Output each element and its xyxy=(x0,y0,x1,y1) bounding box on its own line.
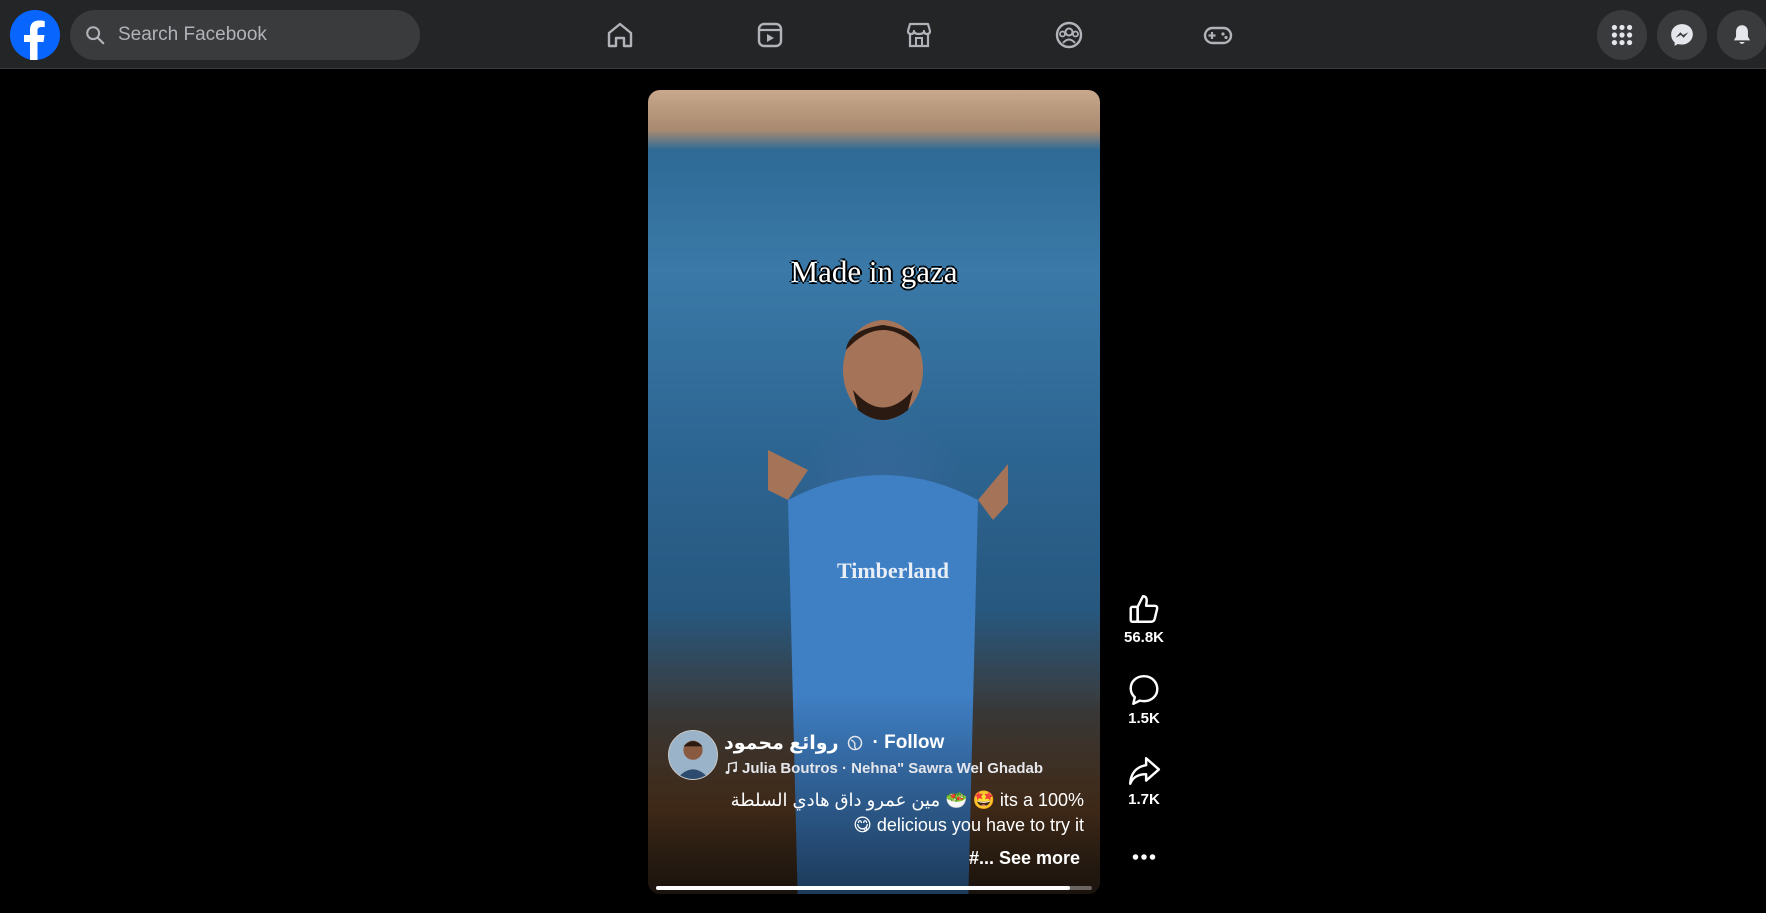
caption-line-2: 😋 delicious you have to try it xyxy=(853,815,1084,835)
nav-marketplace[interactable] xyxy=(896,12,942,58)
home-icon xyxy=(607,22,633,48)
more-dots-icon xyxy=(1132,854,1156,860)
notifications-icon xyxy=(1733,25,1751,44)
video-overlay-text: Made in gaza xyxy=(790,254,958,289)
facebook-logo-icon[interactable] xyxy=(10,10,60,60)
shirt-brand-text: Timberland xyxy=(836,558,950,583)
comment-icon xyxy=(1129,674,1159,706)
like-icon xyxy=(1129,595,1159,623)
menu-grid-icon xyxy=(1611,24,1633,46)
author-name[interactable]: روائع محمود xyxy=(724,732,839,755)
music-note-icon xyxy=(725,761,737,774)
author-avatar[interactable] xyxy=(668,730,718,780)
like-count: 56.8K xyxy=(1123,629,1165,646)
nav-video[interactable] xyxy=(747,12,793,58)
globe-icon xyxy=(847,735,862,751)
follow-button[interactable]: · Follow xyxy=(873,732,945,754)
comment-count: 1.5K xyxy=(1128,710,1160,727)
video-icon xyxy=(757,22,783,48)
author-row: روائع محمود · Follow Julia Boutros · Neh… xyxy=(668,730,1043,780)
gaming-icon xyxy=(1203,26,1233,45)
music-track[interactable]: Julia Boutros · Nehna" Sawra Wel Ghadab xyxy=(742,760,1043,777)
reel-caption: مين عمرو داق هادي السلطة 🥗 🤩 its a 100% … xyxy=(704,788,1084,838)
search-input[interactable] xyxy=(116,23,410,47)
reel-video[interactable]: Made in gaza Timberland روائع محمود · Fo… xyxy=(648,90,1100,894)
search-bar[interactable] xyxy=(70,10,420,60)
notifications-button[interactable] xyxy=(1717,10,1766,60)
groups-icon xyxy=(1055,21,1083,49)
see-more-link[interactable]: #... See more xyxy=(969,848,1080,869)
comment-action[interactable]: 1.5K xyxy=(1118,673,1170,727)
messenger-icon xyxy=(1671,24,1693,46)
video-progress-bar[interactable] xyxy=(656,886,1092,890)
share-icon xyxy=(1128,757,1161,785)
nav-groups[interactable] xyxy=(1046,12,1092,58)
messenger-button[interactable] xyxy=(1657,10,1707,60)
more-options-button[interactable] xyxy=(1118,840,1170,874)
nav-home[interactable] xyxy=(597,12,643,58)
menu-button[interactable] xyxy=(1597,10,1647,60)
marketplace-icon xyxy=(906,22,932,48)
caption-line-1: مين عمرو داق هادي السلطة 🥗 🤩 its a 100% xyxy=(730,790,1084,810)
share-count: 1.7K xyxy=(1128,791,1160,808)
video-progress-fill xyxy=(656,886,1071,890)
top-navigation-bar xyxy=(0,0,1766,69)
nav-gaming[interactable] xyxy=(1195,12,1241,58)
share-action[interactable]: 1.7K xyxy=(1118,754,1170,808)
avatar-image xyxy=(669,731,717,779)
search-icon xyxy=(86,26,105,45)
like-action[interactable]: 56.8K xyxy=(1118,592,1170,646)
